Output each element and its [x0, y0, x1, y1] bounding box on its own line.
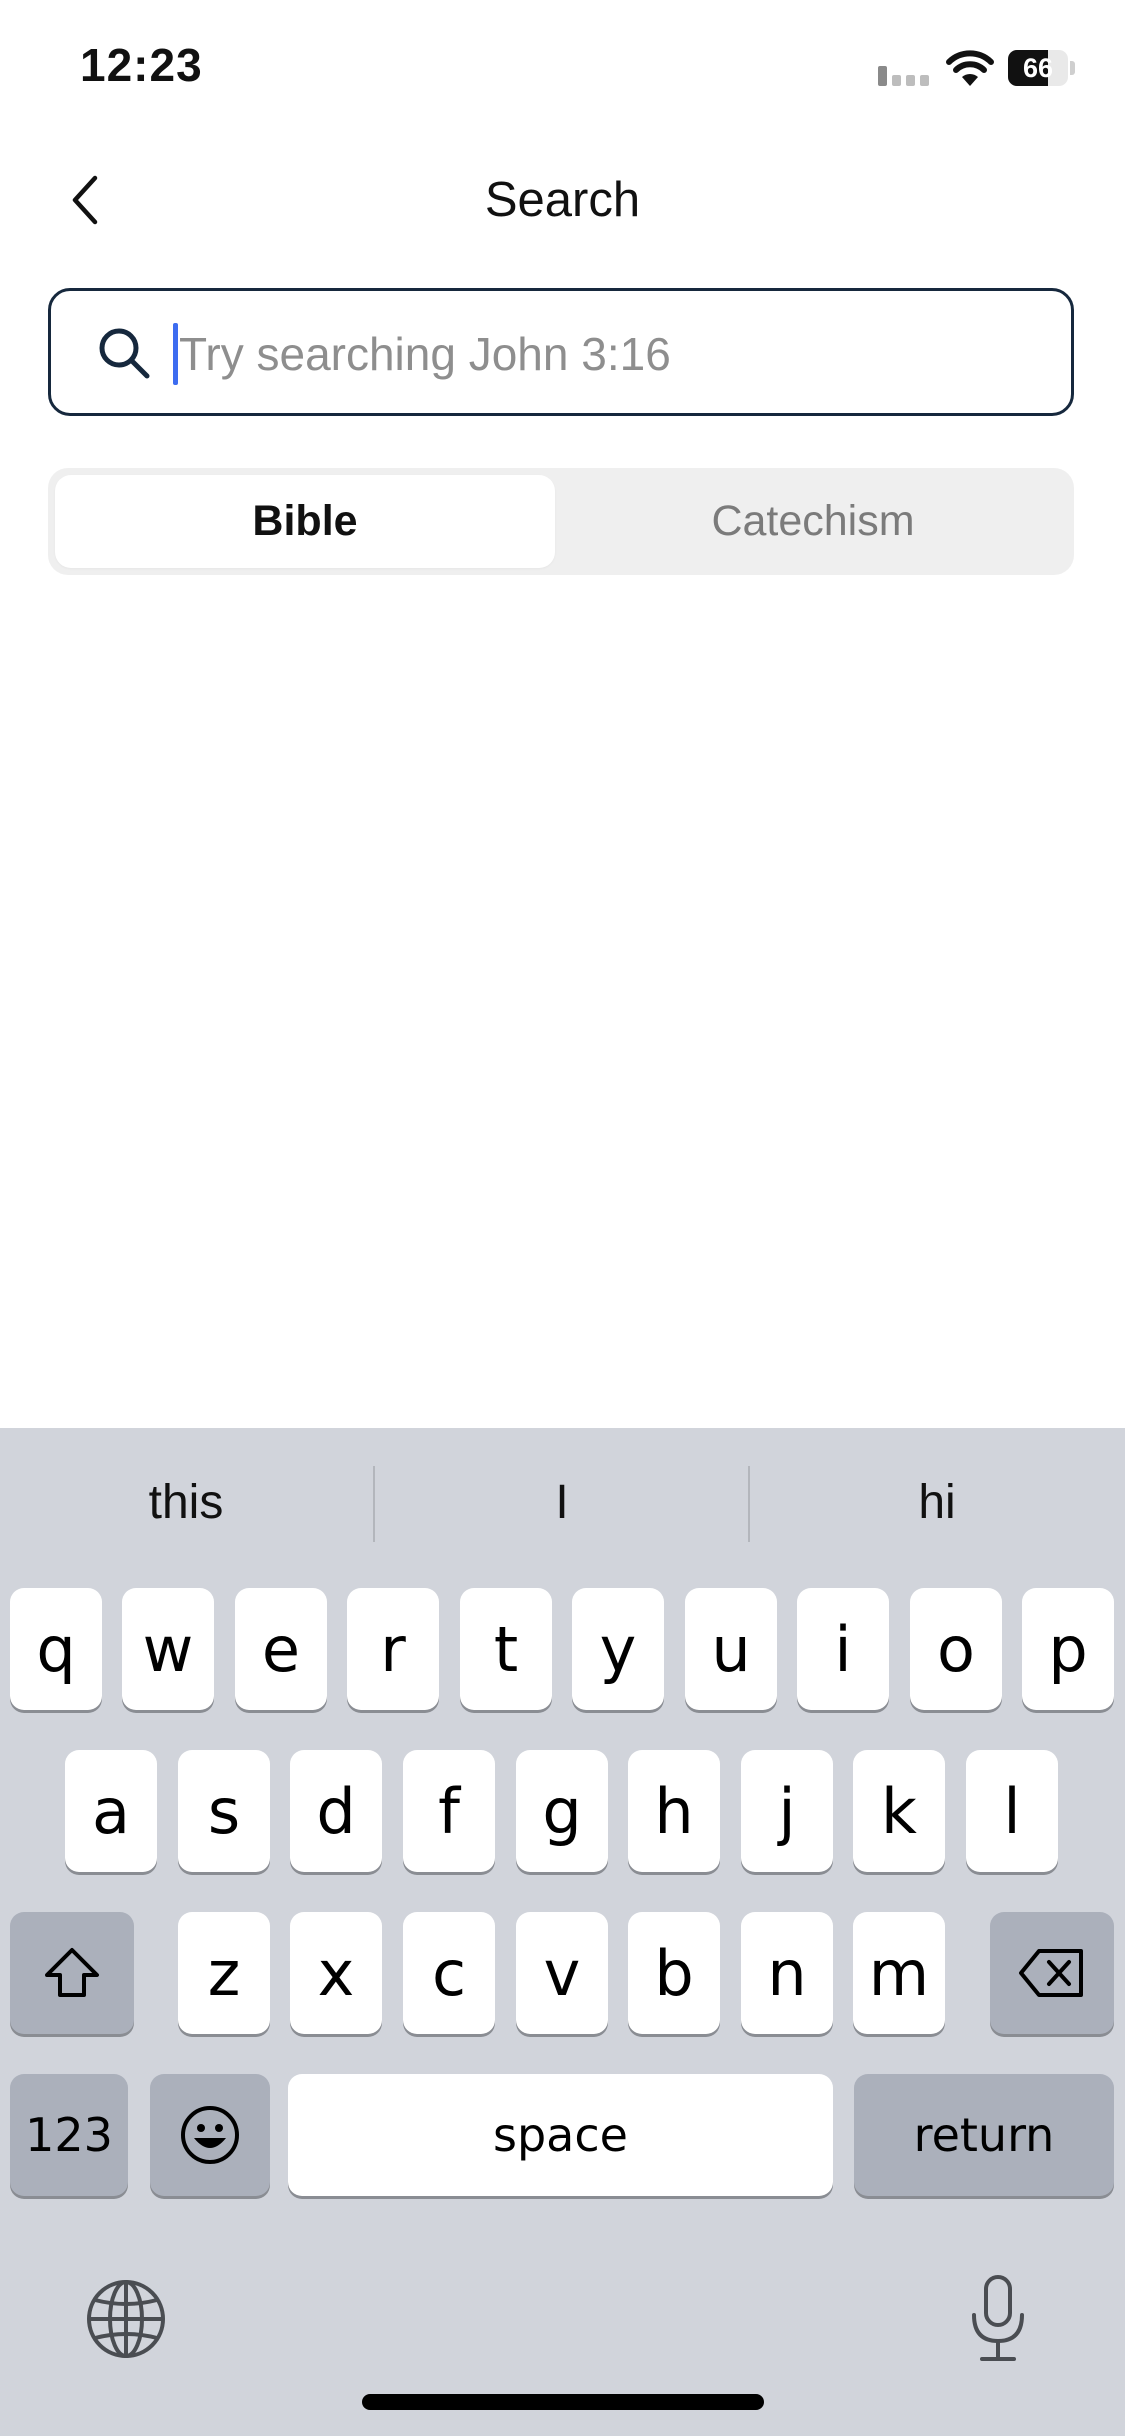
search-scope-tabs: Bible Catechism [48, 468, 1074, 575]
predictive-suggestions: this I hi [0, 1428, 1125, 1578]
cellular-signal-icon [878, 66, 934, 86]
page-title: Search [484, 173, 641, 227]
shift-key[interactable] [10, 1912, 134, 2034]
key-j[interactable]: j [741, 1750, 833, 1872]
status-time: 12:23 [80, 39, 203, 91]
emoji-key[interactable] [150, 2074, 270, 2196]
key-m[interactable]: m [853, 1912, 945, 2034]
backspace-icon [1019, 1949, 1083, 1997]
key-w[interactable]: w [122, 1588, 214, 1710]
key-v[interactable]: v [516, 1912, 608, 2034]
key-i[interactable]: i [797, 1588, 889, 1710]
key-f[interactable]: f [403, 1750, 495, 1872]
key-l[interactable]: l [966, 1750, 1058, 1872]
key-d[interactable]: d [290, 1750, 382, 1872]
back-button[interactable] [55, 165, 115, 235]
microphone-icon[interactable] [966, 2273, 1030, 2365]
key-b[interactable]: b [628, 1912, 720, 2034]
home-indicator[interactable] [362, 2394, 764, 2410]
key-q[interactable]: q [10, 1588, 102, 1710]
status-bar: 12:23 66 [0, 0, 1125, 140]
key-e[interactable]: e [235, 1588, 327, 1710]
shift-icon [45, 1948, 99, 1997]
key-g[interactable]: g [516, 1750, 608, 1872]
wifi-icon [946, 50, 994, 86]
key-u[interactable]: u [685, 1588, 777, 1710]
return-key[interactable]: return [854, 2074, 1114, 2196]
tab-catechism[interactable]: Catechism [558, 475, 1068, 568]
battery-icon: 66 [1008, 50, 1075, 86]
text-cursor [173, 323, 178, 385]
key-y[interactable]: y [572, 1588, 664, 1710]
suggestion-3[interactable]: hi [751, 1468, 1123, 1538]
delete-key[interactable] [990, 1912, 1114, 2034]
key-a[interactable]: a [65, 1750, 157, 1872]
key-r[interactable]: r [347, 1588, 439, 1710]
globe-icon[interactable] [85, 2278, 167, 2360]
search-field[interactable] [48, 288, 1074, 416]
key-o[interactable]: o [910, 1588, 1002, 1710]
key-z[interactable]: z [178, 1912, 270, 2034]
key-p[interactable]: p [1022, 1588, 1114, 1710]
key-h[interactable]: h [628, 1750, 720, 1872]
suggestion-divider [748, 1466, 750, 1542]
space-key[interactable]: space [288, 2074, 833, 2196]
keyboard: this I hi q w e r t y u i o p a s d f g … [0, 1428, 1125, 2436]
key-n[interactable]: n [741, 1912, 833, 2034]
tab-bible[interactable]: Bible [55, 475, 555, 568]
emoji-icon [181, 2106, 239, 2164]
search-input[interactable] [179, 311, 1039, 397]
key-k[interactable]: k [853, 1750, 945, 1872]
key-t[interactable]: t [460, 1588, 552, 1710]
battery-percentage: 66 [1022, 53, 1054, 83]
key-c[interactable]: c [403, 1912, 495, 2034]
key-s[interactable]: s [178, 1750, 270, 1872]
search-icon [99, 328, 150, 379]
suggestion-divider [373, 1466, 375, 1542]
suggestion-2[interactable]: I [376, 1468, 748, 1538]
numbers-key[interactable]: 123 [10, 2074, 128, 2196]
chevron-left-icon [72, 175, 98, 225]
suggestion-1[interactable]: this [0, 1468, 372, 1538]
key-x[interactable]: x [290, 1912, 382, 2034]
